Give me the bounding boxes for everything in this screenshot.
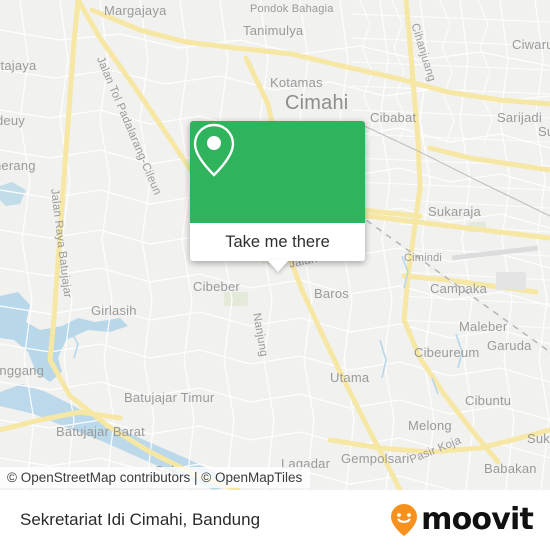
location-info-card[interactable]: Take me there (190, 121, 365, 272)
footer-bar: Sekretariat Idi Cimahi, Bandung moovit (0, 490, 550, 550)
moovit-wordmark: moovit (421, 502, 534, 537)
moovit-pin-smile-icon (391, 504, 418, 536)
map-screenshot: Margajaya Pondok Bahagia Tanimulya Ciwaru rt… (0, 0, 550, 550)
location-title: Sekretariat Idi Cimahi, Bandung (20, 510, 261, 529)
moovit-logo[interactable]: moovit (389, 502, 534, 537)
card-pointer-tail (266, 260, 289, 272)
card-image-area (190, 121, 365, 223)
take-me-there-label: Take me there (225, 232, 330, 251)
map-pin-icon (193, 123, 235, 177)
map-canvas[interactable]: Margajaya Pondok Bahagia Tanimulya Ciwaru rt… (0, 0, 550, 490)
map-attribution[interactable]: © OpenStreetMap contributors | © OpenMap… (0, 467, 311, 488)
take-me-there-button[interactable]: Take me there (190, 223, 365, 272)
